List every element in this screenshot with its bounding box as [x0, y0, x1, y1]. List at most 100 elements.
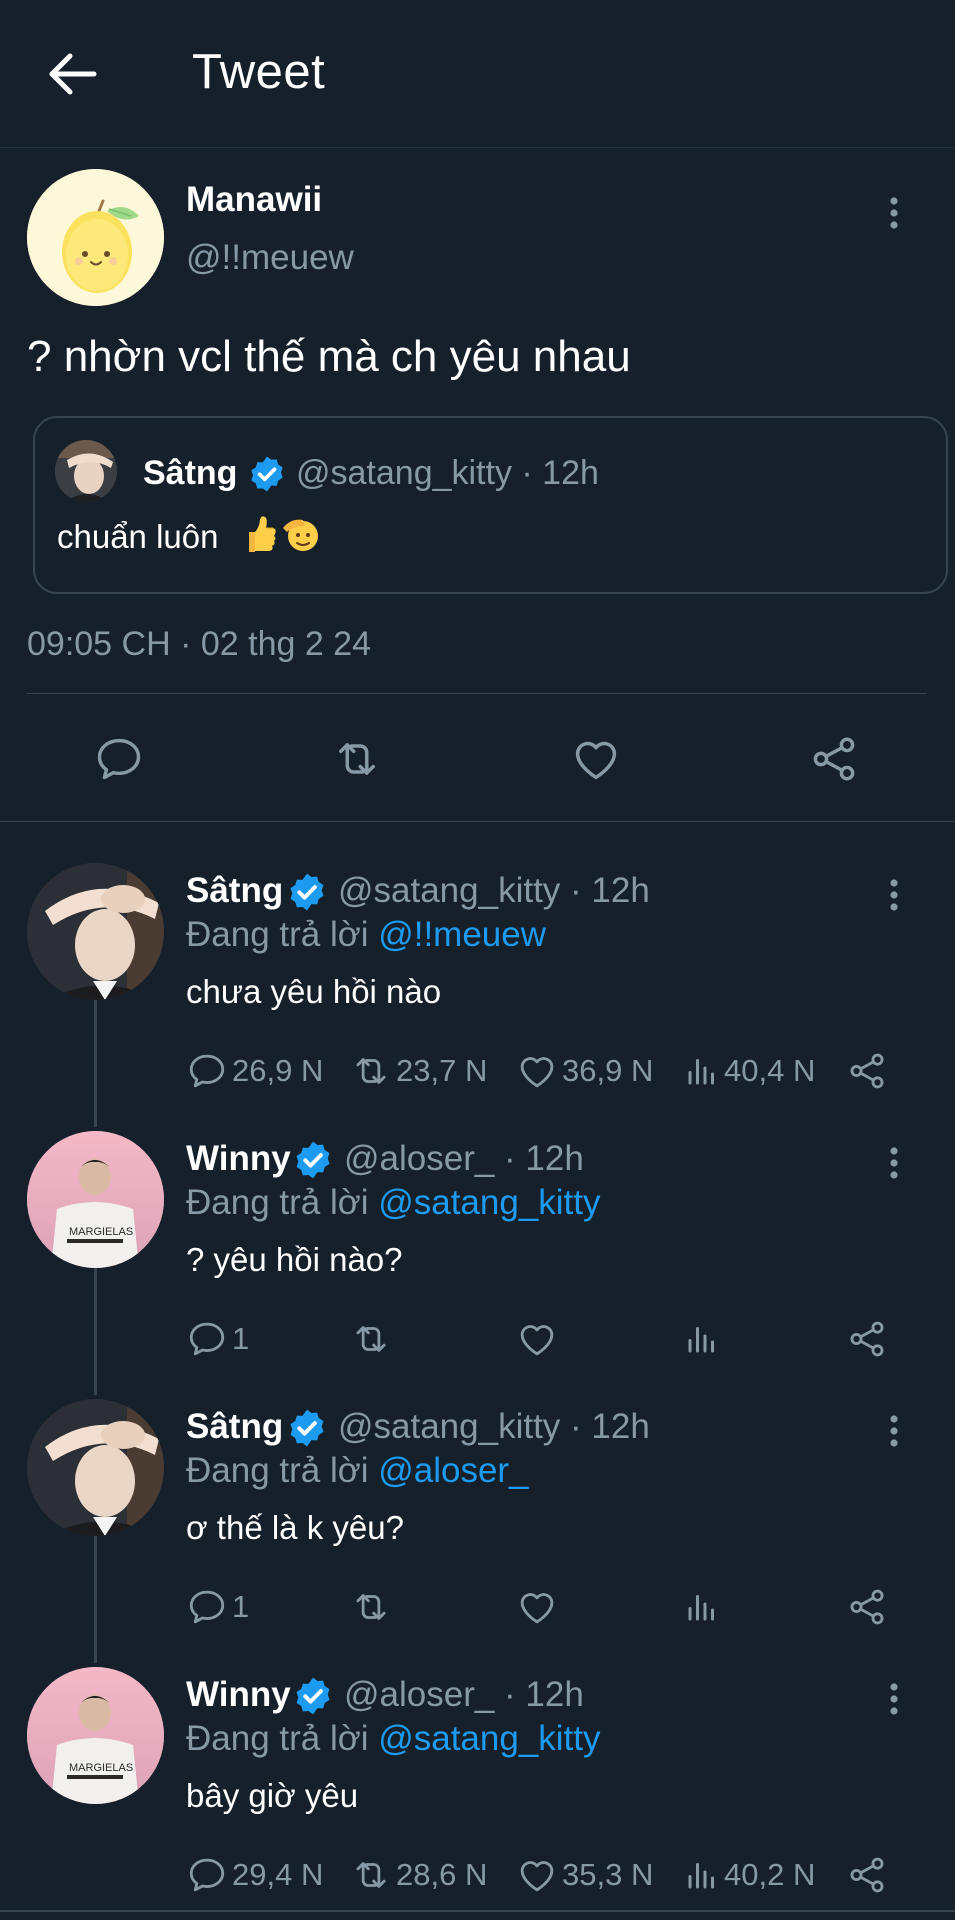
divider [0, 821, 955, 822]
tweet-actions: 1 [186, 1314, 896, 1364]
like-icon[interactable] [570, 733, 622, 785]
share-action[interactable] [846, 1850, 888, 1900]
author-display-name[interactable]: Winny [186, 1675, 291, 1715]
divider [27, 693, 927, 694]
verified-badge-icon [286, 1407, 328, 1449]
divider [0, 1910, 955, 1912]
more-options-icon[interactable] [889, 196, 899, 230]
quoted-author-handle-time: @satang_kitty · 12h [296, 454, 599, 492]
avatar[interactable] [27, 1399, 164, 1536]
svg-text:MARGIELAS: MARGIELAS [69, 1762, 133, 1774]
more-options-icon[interactable] [889, 878, 899, 912]
page-title: Tweet [192, 45, 326, 99]
retweet-action[interactable] [350, 1314, 396, 1364]
author-display-name[interactable]: Sâtng [186, 871, 283, 911]
like-count: 36,9 N [562, 1053, 654, 1088]
reply-tweet[interactable]: MARGIELAS Winny @aloser_ · 12h Đang trả … [0, 1131, 955, 1399]
retweet-action[interactable] [350, 1582, 396, 1632]
heart-icon [516, 1318, 558, 1360]
replying-to-handle-link[interactable]: @!!meuew [378, 915, 546, 954]
share-icon [846, 1586, 888, 1628]
author-display-name[interactable]: Manawii [186, 180, 322, 220]
verified-badge-icon [292, 1139, 334, 1181]
replying-to-label: Đang trả lời [186, 915, 369, 954]
replying-to-line: Đang trả lời @!!meuew [186, 915, 546, 955]
top-app-bar: Tweet [0, 0, 955, 148]
reply-text: ơ thế là k yêu? [186, 1509, 404, 1546]
reply-count: 1 [232, 1589, 250, 1624]
more-options-icon[interactable] [889, 1146, 899, 1180]
winny-avatar-image: MARGIELAS [27, 1667, 164, 1804]
reply-tweet[interactable]: Sâtng @satang_kitty · 12h Đang trả lời @… [0, 863, 955, 1131]
retweet-count: 28,6 N [396, 1857, 488, 1892]
reply-action[interactable]: 29,4 N [186, 1850, 323, 1900]
avatar[interactable]: MARGIELAS [27, 1131, 164, 1268]
satang-avatar-image [27, 863, 164, 1000]
reply-tweet[interactable]: MARGIELAS Winny @aloser_ · 12h Đang trả … [0, 1667, 955, 1920]
replying-to-handle-link[interactable]: @satang_kitty [378, 1183, 600, 1222]
retweet-icon [350, 1854, 392, 1896]
avatar [55, 440, 117, 502]
author-handle-time[interactable]: @aloser_ · 12h [344, 1139, 584, 1179]
share-icon[interactable] [808, 733, 860, 785]
author-handle-time[interactable]: @satang_kitty · 12h [338, 871, 650, 911]
reply-action[interactable]: 1 [186, 1314, 249, 1364]
share-action[interactable] [846, 1582, 888, 1632]
lemon-avatar-image [27, 169, 164, 306]
retweet-count: 23,7 N [396, 1053, 488, 1088]
heart-icon [516, 1050, 558, 1092]
views-action[interactable]: 40,4 N [684, 1046, 815, 1096]
reply-action[interactable]: 1 [186, 1582, 249, 1632]
views-icon [684, 1318, 720, 1360]
avatar[interactable] [27, 863, 164, 1000]
like-count: 35,3 N [562, 1857, 654, 1892]
view-count: 40,4 N [724, 1053, 816, 1088]
replying-to-handle-link[interactable]: @aloser_ [378, 1451, 528, 1490]
author-handle-time[interactable]: @aloser_ · 12h [344, 1675, 584, 1715]
retweet-icon[interactable] [331, 733, 383, 785]
reply-action[interactable]: 26,9 N [186, 1046, 323, 1096]
retweet-icon [350, 1318, 392, 1360]
views-action[interactable]: 40,2 N [684, 1850, 815, 1900]
tweet-actions: 29,4 N 28,6 N 35,3 N 40,2 N [186, 1850, 896, 1900]
back-arrow-icon[interactable] [48, 52, 102, 96]
retweet-action[interactable]: 23,7 N [350, 1046, 487, 1096]
like-action[interactable]: 35,3 N [516, 1850, 653, 1900]
more-options-icon[interactable] [889, 1682, 899, 1716]
reply-count: 26,9 N [232, 1053, 324, 1088]
like-action[interactable] [516, 1582, 562, 1632]
tweet-timestamp[interactable]: 09:05 CH · 02 thg 2 24 [27, 625, 371, 664]
reply-count: 29,4 N [232, 1857, 324, 1892]
views-action[interactable] [684, 1582, 724, 1632]
tweet-actions: 26,9 N 23,7 N 36,9 N 40,4 N [186, 1046, 896, 1096]
replying-to-handle-link[interactable]: @satang_kitty [378, 1719, 600, 1758]
retweet-action[interactable]: 28,6 N [350, 1850, 487, 1900]
more-options-icon[interactable] [889, 1414, 899, 1448]
quoted-tweet[interactable]: Sâtng @satang_kitty · 12h chuẩn luôn [33, 416, 948, 594]
share-action[interactable] [846, 1314, 888, 1364]
replying-to-line: Đang trả lời @aloser_ [186, 1451, 529, 1491]
replying-to-label: Đang trả lời [186, 1183, 369, 1222]
avatar[interactable] [27, 169, 164, 306]
share-action[interactable] [846, 1046, 888, 1096]
reply-icon[interactable] [93, 733, 145, 785]
avatar[interactable]: MARGIELAS [27, 1667, 164, 1804]
share-icon [846, 1854, 888, 1896]
author-handle[interactable]: @!!meuew [186, 238, 354, 278]
views-icon [684, 1050, 720, 1092]
replying-to-label: Đang trả lời [186, 1451, 369, 1490]
views-action[interactable] [684, 1314, 724, 1364]
author-handle-time[interactable]: @satang_kitty · 12h [338, 1407, 650, 1447]
retweet-icon [350, 1586, 392, 1628]
reply-tweet[interactable]: Sâtng @satang_kitty · 12h Đang trả lời @… [0, 1399, 955, 1667]
heart-icon [516, 1854, 558, 1896]
tweet-actions: 1 [186, 1582, 896, 1632]
author-display-name[interactable]: Winny [186, 1139, 291, 1179]
like-action[interactable] [516, 1314, 562, 1364]
author-display-name[interactable]: Sâtng [186, 1407, 283, 1447]
verified-badge-icon [292, 1675, 334, 1717]
view-count: 40,2 N [724, 1857, 816, 1892]
reply-text: ? yêu hồi nào? [186, 1241, 403, 1278]
like-action[interactable]: 36,9 N [516, 1046, 653, 1096]
views-icon [684, 1586, 720, 1628]
